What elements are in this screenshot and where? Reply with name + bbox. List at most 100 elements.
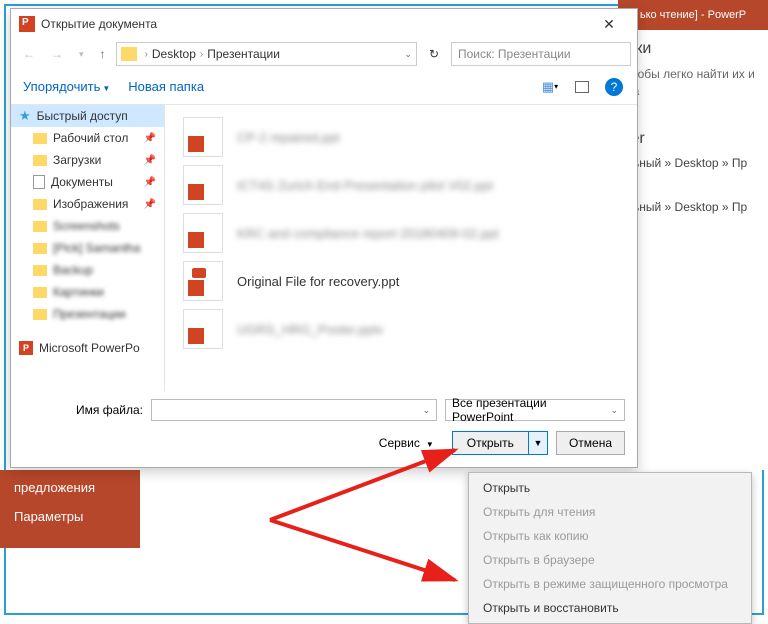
file-name: Original File for recovery.ppt	[237, 274, 399, 289]
organize-label: Упорядочить	[23, 79, 100, 94]
sidebar-item[interactable]: PMicrosoft PowerPo	[11, 337, 164, 359]
breadcrumb[interactable]: › Desktop › Презентации ⌄	[116, 42, 417, 66]
open-split-button[interactable]: Открыть ▼	[452, 431, 548, 455]
sidebar-item-label: Презентации	[53, 307, 126, 321]
powerpoint-icon	[19, 16, 35, 32]
chevron-down-icon: ⌄	[610, 405, 618, 416]
file-thumb-icon	[183, 213, 223, 253]
preview-pane-button[interactable]	[571, 76, 593, 98]
help-icon: ?	[605, 78, 623, 96]
nav-back-icon[interactable]: ←	[17, 47, 41, 61]
pin-icon: 📌	[144, 177, 156, 188]
file-thumb-icon	[183, 261, 223, 301]
cancel-button[interactable]: Отмена	[556, 431, 625, 455]
open-button[interactable]: Открыть	[453, 432, 529, 454]
sidebar-item[interactable]: Загрузки📌	[11, 149, 164, 171]
bg-nav-item[interactable]: Параметры	[14, 509, 126, 524]
tools-label: Сервис	[379, 436, 420, 450]
folder-icon	[33, 243, 47, 254]
folder-icon	[33, 287, 47, 298]
dialog-footer: Имя файла: ⌄ Все презентации PowerPoint …	[11, 391, 637, 467]
bg-titlebar: ько чтение] - PowerP	[618, 0, 768, 30]
bg-nav-item[interactable]: предложения	[14, 480, 126, 495]
file-item[interactable]: KRC and compliance report 20180409-02.pp…	[165, 209, 637, 257]
sidebar-item[interactable]: Screenshots	[11, 215, 164, 237]
folder-icon	[33, 265, 47, 276]
sidebar-item[interactable]: Документы 📌	[11, 171, 164, 193]
file-name: UGRS_HRG_Poster.pptx	[237, 322, 383, 337]
dialog-titlebar: Открытие документа ✕	[11, 9, 637, 39]
menu-item: Открыть как копию	[469, 524, 751, 548]
chevron-down-icon[interactable]: ⌄	[404, 49, 412, 60]
sidebar-item-label: Быстрый доступ	[37, 109, 128, 123]
sidebar-item-label: Документы	[51, 175, 113, 189]
search-input[interactable]: Поиск: Презентации	[451, 42, 631, 66]
file-thumb-icon	[183, 165, 223, 205]
bg-path: льный » Desktop » Пр	[626, 200, 760, 214]
chevron-down-icon: ▼	[102, 84, 110, 93]
sidebar-item[interactable]: Рабочий стол📌	[11, 127, 164, 149]
menu-item: Открыть для чтения	[469, 500, 751, 524]
organize-button[interactable]: Упорядочить▼	[23, 79, 110, 94]
sidebar-item-label: Backup	[53, 263, 93, 277]
open-dropdown-arrow[interactable]: ▼	[529, 432, 547, 454]
file-thumb-icon	[183, 309, 223, 349]
tools-button[interactable]: Сервис ▼	[379, 436, 434, 450]
sidebar-item[interactable]: Картинки	[11, 281, 164, 303]
sidebar-item[interactable]: [Pick] Samantha	[11, 237, 164, 259]
sidebar-item-label: Рабочий стол	[53, 131, 128, 145]
nav-sidebar: ★Быстрый доступРабочий стол📌Загрузки📌Док…	[11, 105, 165, 391]
nav-forward-icon[interactable]: →	[45, 47, 69, 61]
breadcrumb-item[interactable]: Презентации	[207, 47, 280, 61]
file-list: CP-2 repaired.ppt ICT4S Zurich End Presen…	[165, 105, 637, 391]
powerpoint-icon: P	[19, 341, 33, 355]
view-options-button[interactable]: ▦▾	[539, 76, 561, 98]
pane-icon	[575, 81, 589, 93]
open-options-menu: ОткрытьОткрыть для чтенияОткрыть как коп…	[468, 472, 752, 624]
bg-desc: чтобы легко найти их и на	[626, 66, 760, 100]
document-icon	[33, 175, 45, 189]
menu-item[interactable]: Открыть	[469, 476, 751, 500]
sidebar-item-label: Screenshots	[53, 219, 120, 233]
pin-icon: 📌	[144, 199, 156, 210]
chevron-right-icon: ›	[141, 49, 152, 60]
chevron-down-icon: ▼	[426, 440, 434, 449]
chevron-down-icon[interactable]: ⌄	[422, 405, 430, 416]
sidebar-item[interactable]: Презентации	[11, 303, 164, 325]
new-folder-button[interactable]: Новая папка	[128, 79, 204, 94]
file-item[interactable]: UGRS_HRG_Poster.pptx	[165, 305, 637, 353]
filter-label: Все презентации PowerPoint	[452, 396, 610, 424]
sidebar-item[interactable]: ★Быстрый доступ	[11, 105, 164, 127]
refresh-icon[interactable]: ↻	[421, 47, 447, 61]
help-button[interactable]: ?	[603, 76, 625, 98]
filename-input[interactable]: ⌄	[151, 399, 437, 421]
folder-icon	[33, 221, 47, 232]
sidebar-item[interactable]: Backup	[11, 259, 164, 281]
file-name: ICT4S Zurich End Presentation pilot V02.…	[237, 178, 493, 193]
file-name: CP-2 repaired.ppt	[237, 130, 340, 145]
search-placeholder: Поиск: Презентации	[458, 47, 571, 61]
breadcrumb-item[interactable]: Desktop	[152, 47, 196, 61]
file-item[interactable]: ICT4S Zurich End Presentation pilot V02.…	[165, 161, 637, 209]
nav-history-icon[interactable]: ▾	[73, 49, 90, 60]
file-item[interactable]: CP-2 repaired.ppt	[165, 113, 637, 161]
sidebar-item[interactable]: Изображения 📌	[11, 193, 164, 215]
address-bar-row: ← → ▾ ↑ › Desktop › Презентации ⌄ ↻ Поис…	[11, 39, 637, 69]
sidebar-item-label: Изображения	[53, 197, 128, 211]
nav-up-icon[interactable]: ↑	[94, 47, 112, 61]
folder-icon	[121, 47, 137, 61]
filetype-filter[interactable]: Все презентации PowerPoint ⌄	[445, 399, 625, 421]
open-file-dialog: Открытие документа ✕ ← → ▾ ↑ › Desktop ›…	[10, 8, 638, 468]
menu-item: Открыть в режиме защищенного просмотра	[469, 572, 751, 596]
sidebar-item-label: Картинки	[53, 285, 104, 299]
bg-path: льный » Desktop » Пр	[626, 156, 760, 170]
menu-item: Открыть в браузере	[469, 548, 751, 572]
bg-heading: ter	[626, 130, 760, 148]
filename-label: Имя файла:	[23, 403, 143, 417]
chevron-right-icon: ›	[196, 49, 207, 60]
menu-item[interactable]: Открыть и восстановить	[469, 596, 751, 620]
close-button[interactable]: ✕	[589, 16, 629, 33]
dialog-title: Открытие документа	[41, 17, 589, 31]
file-item[interactable]: Original File for recovery.ppt	[165, 257, 637, 305]
folder-icon	[33, 309, 47, 320]
